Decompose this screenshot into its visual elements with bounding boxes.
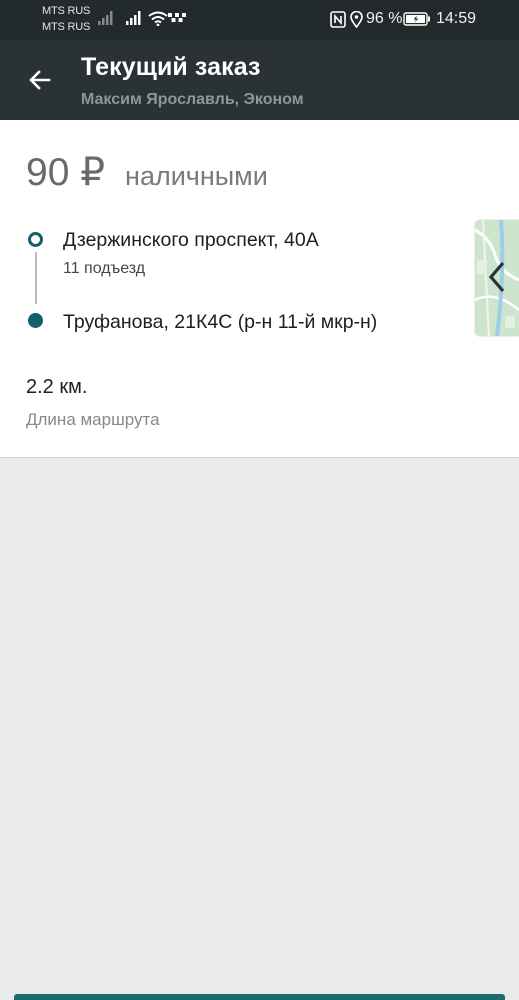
battery-percent: 96 % xyxy=(366,10,403,27)
operator-2: MTS RUS xyxy=(42,21,91,33)
route-distance: 2.2 км. xyxy=(26,376,88,398)
payment-method: наличными xyxy=(125,161,268,191)
route-connector xyxy=(35,252,37,304)
page-title: Текущий заказ xyxy=(81,53,261,81)
app-bar: Текущий заказ Максим Ярославль, Эконом xyxy=(0,40,519,120)
operator-1: MTS RUS xyxy=(42,5,91,17)
signal-1-icon xyxy=(98,11,113,25)
battery-icon xyxy=(403,12,430,26)
bottom-action-bar[interactable] xyxy=(14,994,505,1000)
price-amount: 90 ₽ xyxy=(26,151,106,194)
arrow-left-icon[interactable] xyxy=(26,66,54,94)
route-end-marker-icon xyxy=(28,313,43,328)
order-card: 90 ₽ наличными Дзержинского проспект, 40… xyxy=(0,120,519,458)
page-subtitle: Максим Ярославль, Эконом xyxy=(81,91,304,108)
data-transfer-icon xyxy=(168,13,186,22)
route-to-address: Труфанова, 21К4С (р-н 11-й мкр-н) xyxy=(63,311,378,333)
nfc-icon xyxy=(330,11,346,28)
route-start-marker-icon xyxy=(28,232,43,247)
clock: 14:59 xyxy=(435,10,476,27)
signal-2-icon xyxy=(126,11,141,25)
route-distance-label: Длина маршрута xyxy=(26,410,160,429)
location-icon xyxy=(350,11,363,28)
price-row: 90 ₽ наличными xyxy=(26,150,268,195)
map-preview-button[interactable] xyxy=(475,220,519,336)
chevron-left-icon xyxy=(488,261,505,293)
wifi-icon xyxy=(148,11,168,26)
route-from-address: Дзержинского проспект, 40А xyxy=(63,229,319,251)
route-from-entrance: 11 подъезд xyxy=(63,260,146,277)
status-bar: MTS RUS MTS RUS 96 % 14:59 xyxy=(0,0,519,40)
